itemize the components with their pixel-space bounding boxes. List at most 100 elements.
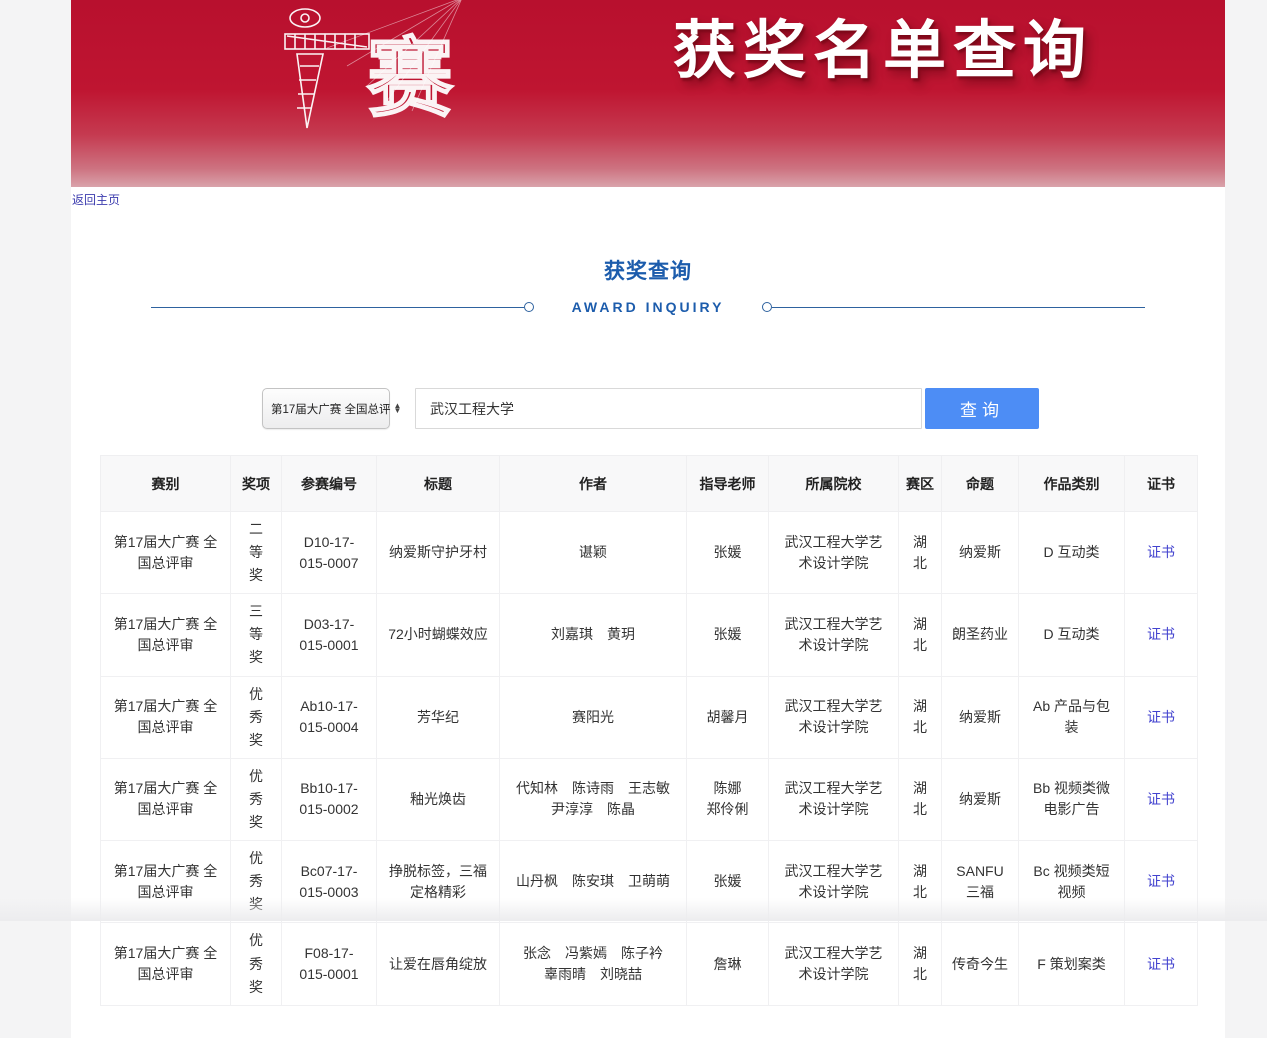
cell-work_type: Ab 产品与包装: [1019, 676, 1125, 758]
banner: 赛 获奖名单查询: [71, 0, 1225, 187]
cell-teacher: 张媛: [687, 512, 769, 594]
cell-authors: 谌颖: [500, 512, 687, 594]
cell-cert: 证书: [1125, 676, 1198, 758]
cell-school: 武汉工程大学艺术设计学院: [769, 594, 899, 676]
cell-topic: 纳爱斯: [942, 758, 1019, 840]
table-row: 第17届大广赛 全国总评审 优秀奖 F08-17-015-0001让爱在唇角绽放张念…: [101, 923, 1198, 1005]
cell-category: 第17届大广赛 全国总评审: [101, 676, 231, 758]
cell-authors: 代知林 陈诗雨 王志敏 尹淳淳 陈晶: [500, 758, 687, 840]
inquiry-heading: 获奖查询 AWARD INQUIRY: [71, 255, 1225, 315]
cell-cert: 证书: [1125, 758, 1198, 840]
contest-select-value: 第17届大广赛 全国总评: [271, 401, 391, 417]
left-rule-dot-icon: [524, 302, 534, 312]
cell-entry_no: D10-17-015-0007: [282, 512, 377, 594]
cell-cert: 证书: [1125, 512, 1198, 594]
header-teacher: 指导老师: [687, 456, 769, 512]
cell-award: 三等奖: [231, 594, 282, 676]
cell-cert: 证书: [1125, 594, 1198, 676]
certificate-link[interactable]: 证书: [1147, 709, 1175, 725]
table-row: 第17届大广赛 全国总评审 优秀奖 Ab10-17-015-0004芳华纪赛阳光胡馨…: [101, 676, 1198, 758]
table-row: 第17届大广赛 全国总评审 二等奖 D10-17-015-0007纳爱斯守护牙村谌颖…: [101, 512, 1198, 594]
cell-teacher: 詹琳: [687, 923, 769, 1005]
award-label: 优秀奖: [249, 929, 264, 998]
query-button[interactable]: 查询: [925, 388, 1039, 429]
banner-title: 获奖名单查询: [673, 0, 1093, 91]
cell-work_type: F 策划案类: [1019, 923, 1125, 1005]
header-entry-no: 参赛编号: [282, 456, 377, 512]
certificate-link[interactable]: 证书: [1147, 791, 1175, 807]
cell-authors: 张念 冯紫嫣 陈子衿 辜雨晴 刘晓喆: [500, 923, 687, 1005]
cell-authors: 赛阳光: [500, 676, 687, 758]
cell-teacher: 张媛: [687, 594, 769, 676]
cell-entry_no: Bb10-17-015-0002: [282, 758, 377, 840]
table-header: 赛别 奖项 参赛编号 标题 作者 指导老师 所属院校 赛区 命题 作品类别 证书: [101, 456, 1198, 512]
cell-school: 武汉工程大学艺术设计学院: [769, 758, 899, 840]
cell-entry_no: Ab10-17-015-0004: [282, 676, 377, 758]
cell-topic: 传奇今生: [942, 923, 1019, 1005]
cell-cert: 证书: [1125, 923, 1198, 1005]
results-table-wrap: 赛别 奖项 参赛编号 标题 作者 指导老师 所属院校 赛区 命题 作品类别 证书…: [100, 455, 1197, 1038]
search-controls: 第17届大广赛 全国总评 ▲▼ 查询: [71, 388, 1225, 429]
cell-entry_no: F08-17-015-0001: [282, 923, 377, 1005]
cell-teacher: 胡馨月: [687, 676, 769, 758]
back-link-row: 返回主页: [71, 187, 1225, 209]
right-rule-dot-icon: [762, 302, 772, 312]
header-school: 所属院校: [769, 456, 899, 512]
cell-category: 第17届大广赛 全国总评审: [101, 758, 231, 840]
header-title: 标题: [377, 456, 500, 512]
cell-category: 第17届大广赛 全国总评审: [101, 512, 231, 594]
header-work-type: 作品类别: [1019, 456, 1125, 512]
header-authors: 作者: [500, 456, 687, 512]
cell-topic: 纳爱斯: [942, 512, 1019, 594]
certificate-link[interactable]: 证书: [1147, 956, 1175, 972]
table-row: 第17届大广赛 全国总评审优秀奖Bb10-17-015-0002釉光焕齿代知林 …: [101, 758, 1198, 840]
table-body: 第17届大广赛 全国总评审 二等奖 D10-17-015-0007纳爱斯守护牙村谌颖…: [101, 512, 1198, 1006]
cell-school: 武汉工程大学艺术设计学院: [769, 923, 899, 1005]
inquiry-subtitle: AWARD INQUIRY: [534, 299, 763, 315]
header-region: 赛区: [899, 456, 942, 512]
cell-work_type: D 互动类: [1019, 594, 1125, 676]
results-table: 赛别 奖项 参赛编号 标题 作者 指导老师 所属院校 赛区 命题 作品类别 证书…: [100, 455, 1198, 1006]
header-topic: 命题: [942, 456, 1019, 512]
cell-teacher: 陈娜 郑伶俐: [687, 758, 769, 840]
header-cert: 证书: [1125, 456, 1198, 512]
cell-work_type: Bb 视频类微电影广告: [1019, 758, 1125, 840]
table-row: 第17届大广赛 全国总评审三等奖D03-17-015-000172小时蝴蝶效应刘…: [101, 594, 1198, 676]
award-label: 优秀奖: [249, 765, 264, 834]
cell-category: 第17届大广赛 全国总评审: [101, 594, 231, 676]
left-rule: [151, 307, 524, 308]
cell-title: 纳爱斯守护牙村: [377, 512, 500, 594]
bottom-strip: [0, 898, 1267, 921]
header-category: 赛别: [101, 456, 231, 512]
cell-entry_no: D03-17-015-0001: [282, 594, 377, 676]
award-label: 优秀奖: [249, 683, 264, 752]
cell-region: 湖北: [899, 512, 942, 594]
cell-school: 武汉工程大学艺术设计学院: [769, 512, 899, 594]
select-arrows-icon: ▲▼: [391, 404, 402, 413]
contest-select[interactable]: 第17届大广赛 全国总评 ▲▼: [262, 388, 390, 429]
cell-region: 湖北: [899, 594, 942, 676]
cell-title: 芳华纪: [377, 676, 500, 758]
cell-topic: 朗圣药业: [942, 594, 1019, 676]
cell-work_type: D 互动类: [1019, 512, 1125, 594]
header-award: 奖项: [231, 456, 282, 512]
certificate-link[interactable]: 证书: [1147, 544, 1175, 560]
cell-award: 优秀奖: [231, 758, 282, 840]
contest-logo-icon: 赛: [267, 0, 467, 146]
award-label: 二等奖: [249, 518, 264, 587]
cell-authors: 刘嘉琪 黄玥: [500, 594, 687, 676]
certificate-link[interactable]: 证书: [1147, 873, 1175, 889]
cell-award: 二等奖: [231, 512, 282, 594]
cell-award: 优秀奖: [231, 676, 282, 758]
cell-school: 武汉工程大学艺术设计学院: [769, 676, 899, 758]
cell-award: 优秀奖: [231, 923, 282, 1005]
certificate-link[interactable]: 证书: [1147, 626, 1175, 642]
cell-title: 让爱在唇角绽放: [377, 923, 500, 1005]
cell-region: 湖北: [899, 923, 942, 1005]
school-search-input[interactable]: [415, 388, 922, 429]
cell-topic: 纳爱斯: [942, 676, 1019, 758]
cell-region: 湖北: [899, 758, 942, 840]
cell-category: 第17届大广赛 全国总评审: [101, 923, 231, 1005]
back-home-link[interactable]: 返回主页: [72, 193, 120, 207]
award-label: 三等奖: [249, 600, 264, 669]
